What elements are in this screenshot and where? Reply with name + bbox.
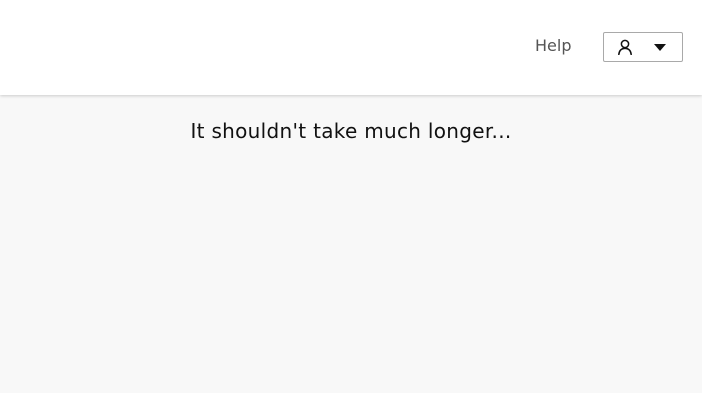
user-icon bbox=[618, 39, 632, 55]
caret-down-icon bbox=[654, 44, 666, 51]
help-link[interactable]: Help bbox=[535, 36, 571, 56]
user-menu-dropdown[interactable] bbox=[603, 32, 683, 62]
top-header: Help bbox=[0, 0, 702, 95]
loading-message: It shouldn't take much longer... bbox=[190, 119, 512, 143]
main-content: It shouldn't take much longer... bbox=[0, 95, 702, 393]
